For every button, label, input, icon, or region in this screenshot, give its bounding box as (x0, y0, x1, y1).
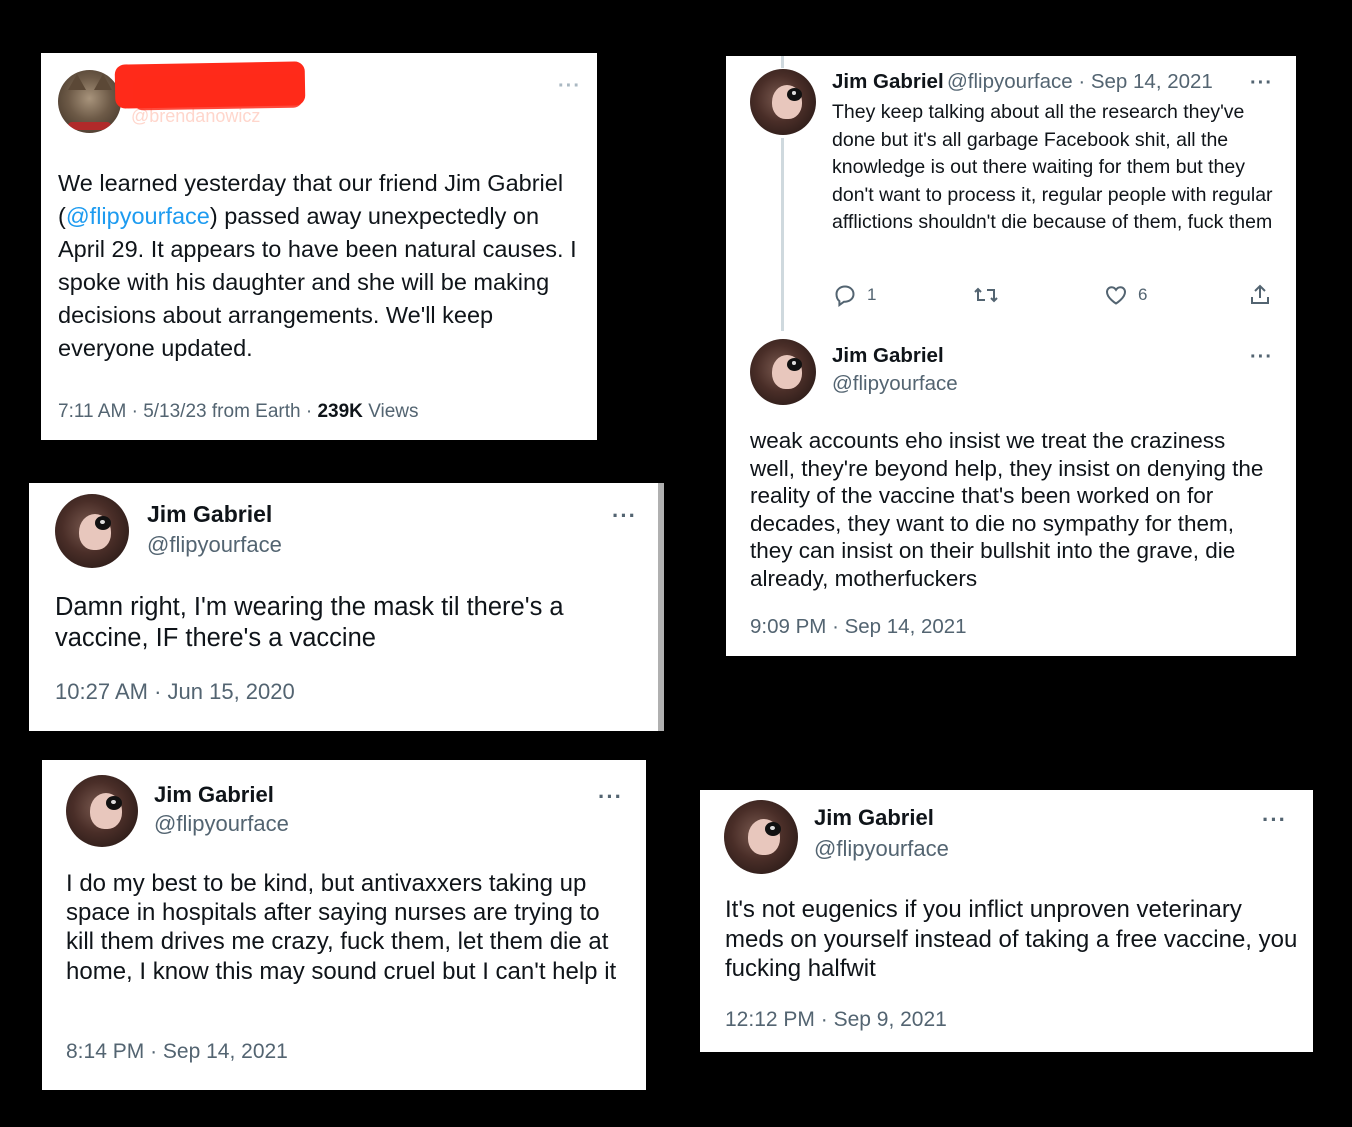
views-count: 239K (317, 401, 363, 422)
tweet-date[interactable]: Jun 15, 2020 (168, 679, 295, 704)
user-name[interactable]: Jim Gabriel (147, 501, 272, 528)
tweet-date[interactable]: 5/13/23 (143, 401, 206, 422)
cat-collar (68, 122, 111, 130)
tweet-time[interactable]: 9:09 PM (750, 615, 826, 638)
tweet-body: Damn right, I'm wearing the mask til the… (55, 593, 564, 652)
tweet-meta: 12:12 PM · Sep 9, 2021 (725, 1008, 947, 1032)
user-name[interactable]: Jim Gabriel (154, 782, 274, 808)
separator: · (154, 679, 162, 704)
user-handle-date[interactable]: @flipyourface · Sep 14, 2021 (947, 70, 1213, 94)
more-icon[interactable]: ··· (1250, 346, 1273, 369)
tweet-body: It's not eugenics if you inflict unprove… (725, 896, 1298, 982)
user-name[interactable]: Jim Gabriel (814, 805, 934, 831)
user-avatar[interactable] (724, 800, 798, 874)
thread-connector (781, 138, 784, 331)
mention-link[interactable]: @flipyourface (66, 203, 210, 229)
views-label[interactable]: Views (368, 401, 418, 422)
tweet-card-eugenics: Jim Gabriel @flipyourface ··· It's not e… (700, 790, 1313, 1052)
user-handle[interactable]: @flipyourface (147, 532, 282, 558)
reply-icon (835, 285, 855, 307)
share-icon (1251, 284, 1269, 304)
separator: · (131, 401, 138, 422)
tweet-source: from Earth (211, 401, 301, 422)
tweet-date[interactable]: Sep 14, 2021 (163, 1040, 288, 1063)
avatar-eye (787, 88, 802, 101)
more-icon[interactable]: ··· (598, 784, 623, 810)
separator: · (820, 1008, 828, 1031)
tweet-card-mask: Jim Gabriel @flipyourface ··· Damn right… (29, 483, 664, 731)
tweet-time[interactable]: 8:14 PM (66, 1040, 144, 1063)
avatar-eye (787, 358, 802, 371)
separator: · (305, 401, 313, 422)
separator: · (150, 1040, 158, 1063)
tweet-body: weak accounts eho insist we treat the cr… (750, 428, 1264, 591)
more-icon[interactable]: ··· (1250, 72, 1273, 95)
tweet-body: They keep talking about all the research… (832, 101, 1273, 233)
user-handle[interactable]: @flipyourface (832, 372, 958, 396)
tweet-body: I do my best to be kind, but antivaxxers… (66, 870, 617, 985)
tweet-card-antivax: Jim Gabriel @flipyourface ··· I do my be… (42, 760, 646, 1090)
user-avatar[interactable] (66, 775, 138, 847)
avatar-eye (95, 516, 111, 530)
separator: · (832, 615, 839, 638)
tweet-meta: 10:27 AM · Jun 15, 2020 (55, 679, 295, 705)
user-avatar[interactable] (55, 494, 129, 568)
more-icon[interactable]: ··· (558, 75, 581, 98)
thread-connector (781, 56, 784, 68)
tweet-time[interactable]: 12:12 PM (725, 1008, 815, 1031)
tweet-meta: 8:14 PM · Sep 14, 2021 (66, 1040, 288, 1064)
tweet-meta: 7:11 AM · 5/13/23 from Earth · 239K View… (58, 401, 419, 423)
heart-icon (1105, 286, 1127, 305)
tweet-date[interactable]: Sep 14, 2021 (845, 615, 967, 638)
tweet-time[interactable]: 7:11 AM (58, 401, 126, 422)
retweet-icon (974, 287, 998, 303)
share-button[interactable] (1248, 283, 1272, 307)
avatar-eye (765, 822, 781, 836)
tweet-body: We learned yesterday that our friend Jim… (58, 167, 583, 365)
tweet-date[interactable]: Sep 9, 2021 (834, 1008, 947, 1031)
user-handle[interactable]: @flipyourface (154, 811, 289, 837)
user-name[interactable]: Jim Gabriel (832, 344, 944, 368)
more-icon[interactable]: ··· (1262, 807, 1287, 833)
cat-avatar[interactable] (58, 70, 121, 133)
reply-count: 1 (867, 285, 877, 304)
user-handle[interactable]: @flipyourface (814, 836, 949, 862)
tweet-meta: 9:09 PM · Sep 14, 2021 (750, 615, 967, 639)
retweet-button[interactable] (973, 283, 999, 307)
more-icon[interactable]: ··· (612, 503, 637, 529)
user-name[interactable]: Jim Gabriel (832, 70, 944, 94)
like-button[interactable]: 6 (1104, 283, 1147, 307)
user-avatar[interactable] (750, 69, 816, 135)
tweet-card-announcement: @brendanowicz ··· We learned yesterday t… (41, 53, 597, 440)
cat-ear-right (94, 74, 112, 90)
cat-ear-left (68, 74, 86, 90)
reply-button[interactable]: 1 (833, 283, 876, 307)
user-avatar[interactable] (750, 339, 816, 405)
tweet-card-thread: Jim Gabriel @flipyourface · Sep 14, 2021… (726, 56, 1296, 656)
tweet-time[interactable]: 10:27 AM (55, 679, 148, 704)
like-count: 6 (1138, 285, 1148, 304)
avatar-eye (106, 796, 122, 810)
redaction-mark-2 (132, 73, 304, 111)
